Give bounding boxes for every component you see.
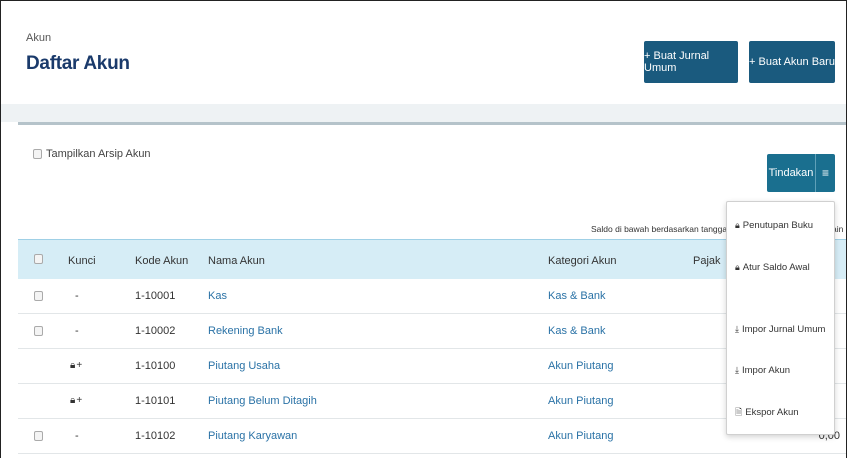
row-checkbox[interactable] <box>34 326 43 336</box>
account-name-link[interactable]: Rekening Bank <box>208 325 283 337</box>
breadcrumb[interactable]: Akun <box>26 32 51 44</box>
menu-item-ekspor-akun[interactable]: 🗎︎ Ekspor Akun <box>735 405 799 421</box>
category-link[interactable]: Akun Piutang <box>548 360 613 372</box>
lock-icon: 🔒︎ <box>735 262 740 272</box>
category-link[interactable]: Kas & Bank <box>548 325 605 337</box>
show-archive-toggle[interactable]: Tampilkan Arsip Akun <box>33 148 151 160</box>
account-name-link[interactable]: Piutang Karyawan <box>208 430 297 442</box>
create-journal-button[interactable]: + Buat Jurnal Umum <box>644 41 738 83</box>
kunci-cell: - <box>75 430 79 442</box>
account-name-link[interactable]: Piutang Belum Ditagih <box>208 395 317 407</box>
menu-item-impor-jurnal-umum[interactable]: ⤓ Impor Jurnal Umum <box>735 324 825 335</box>
table-row[interactable]: - 1-10002 Rekening Bank Kas & Bank <box>18 314 846 349</box>
actions-dropdown-menu: 🔒︎ Penutupan Buku 🔒︎ Atur Saldo Awal ⤓ Impo… <box>726 201 835 435</box>
col-kode-akun[interactable]: Kode Akun <box>135 255 188 267</box>
table-header: Kunci Kode Akun Nama Akun Kategori Akun … <box>18 239 846 279</box>
account-name-link[interactable]: Piutang Usaha <box>208 360 280 372</box>
menu-item-penutupan-buku[interactable]: 🔒︎ Penutupan Buku <box>735 220 813 231</box>
download-icon: ⤓ <box>735 365 739 375</box>
category-link[interactable]: Akun Piutang <box>548 430 613 442</box>
kode-cell: 1-10001 <box>135 290 176 302</box>
actions-button[interactable]: Tindakan ≡ <box>767 154 835 192</box>
row-checkbox[interactable] <box>34 291 43 301</box>
page-header: Akun Daftar Akun + Buat Jurnal Umum + Bu… <box>1 1 846 104</box>
create-account-button[interactable]: + Buat Akun Baru <box>749 41 835 83</box>
kunci-cell: - <box>75 290 79 302</box>
menu-item-atur-saldo-awal[interactable]: 🔒︎ Atur Saldo Awal <box>735 262 810 273</box>
col-nama-akun[interactable]: Nama Akun <box>208 255 265 267</box>
table-row[interactable]: - 1-10001 Kas Kas & Bank <box>18 279 846 314</box>
table-row[interactable]: 🔒︎+ 1-10101 Piutang Belum Ditagih Akun P… <box>18 384 846 419</box>
header-divider-band <box>1 104 846 122</box>
page-title: Daftar Akun <box>26 53 130 74</box>
row-checkbox[interactable] <box>34 431 43 441</box>
kode-cell: 1-10100 <box>135 360 176 372</box>
kode-cell: 1-10101 <box>135 395 176 407</box>
kunci-cell: - <box>75 325 79 337</box>
account-name-link[interactable]: Kas <box>208 290 227 302</box>
download-icon: ⤓ <box>735 324 739 334</box>
kode-cell: 1-10102 <box>135 430 176 442</box>
lock-add-icon: 🔒︎+ <box>70 395 84 406</box>
col-kategori-akun[interactable]: Kategori Akun <box>548 255 617 267</box>
table-row[interactable]: - 1-10102 Piutang Karyawan Akun Piutang … <box>18 419 846 454</box>
lock-icon: 🔒︎ <box>735 220 740 230</box>
category-link[interactable]: Akun Piutang <box>548 395 613 407</box>
category-link[interactable]: Kas & Bank <box>548 290 605 302</box>
table-row[interactable]: 🔒︎+ 1-10100 Piutang Usaha Akun Piutang <box>18 349 846 384</box>
col-pajak[interactable]: Pajak <box>693 255 721 267</box>
menu-icon[interactable]: ≡ <box>816 166 835 180</box>
actions-button-label: Tindakan <box>768 167 814 179</box>
file-icon: 🗎︎ <box>735 407 743 417</box>
archive-checkbox[interactable] <box>33 149 42 159</box>
saldo-note: Saldo di bawah berdasarkan tanggal 02 <box>591 224 741 234</box>
select-all-checkbox[interactable] <box>34 254 43 264</box>
lock-add-icon: 🔒︎+ <box>70 360 84 371</box>
menu-item-impor-akun[interactable]: ⤓ Impor Akun <box>735 365 790 376</box>
kode-cell: 1-10002 <box>135 325 176 337</box>
archive-label: Tampilkan Arsip Akun <box>46 148 151 160</box>
app-frame: Akun Daftar Akun + Buat Jurnal Umum + Bu… <box>0 0 847 458</box>
col-kunci[interactable]: Kunci <box>68 255 96 267</box>
